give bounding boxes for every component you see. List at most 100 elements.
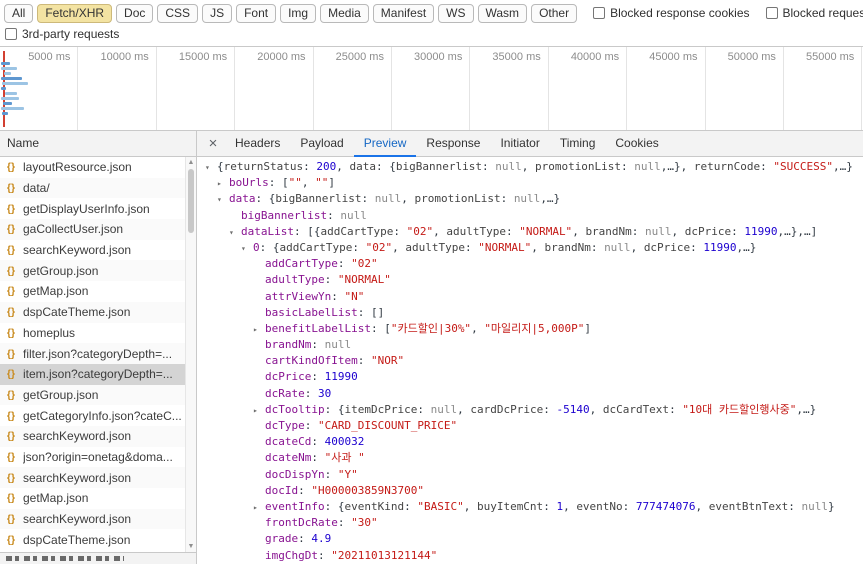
collapse-icon[interactable]: ▾: [229, 225, 241, 240]
request-row[interactable]: {} dspCateTheme.json: [0, 301, 185, 323]
tab-response[interactable]: Response: [416, 131, 490, 157]
blocked-response-cookies-checkbox[interactable]: Blocked response cookies: [593, 6, 750, 20]
timeline-tick: 5000 ms: [0, 47, 79, 130]
request-row[interactable]: {} layoutResource.json: [0, 157, 185, 178]
request-row[interactable]: {} dspCateTheme.json: [0, 529, 185, 550]
tab-initiator[interactable]: Initiator: [490, 131, 549, 157]
checkbox-icon[interactable]: [765, 7, 778, 19]
tab-payload[interactable]: Payload: [290, 131, 353, 157]
request-row[interactable]: {} filter.json?categoryDepth=...: [0, 343, 185, 364]
checkbox-icon[interactable]: [5, 28, 17, 40]
detail-tabs: Headers Payload Preview Response Initiator Ti…: [225, 131, 669, 157]
timeline-tick: 45000 ms: [627, 47, 706, 130]
filter-chip-media[interactable]: Media: [320, 3, 369, 23]
request-row[interactable]: {} getGroup.json: [0, 384, 185, 406]
filter-chip-manifest[interactable]: Manifest: [372, 3, 435, 23]
tab-headers[interactable]: Headers: [225, 131, 290, 157]
preview-tree: ▾ {returnStatus: 200, data: {bigBannerlis…: [197, 157, 863, 564]
request-row[interactable]: {} getGroup.json: [0, 260, 185, 282]
third-party-requests-checkbox[interactable]: 3rd-party requests: [5, 27, 119, 41]
tree-line: dcType: "CARD_DISCOUNT_PRICE": [265, 419, 458, 432]
scroll-down-icon[interactable]: ▼: [186, 541, 196, 552]
request-name: item.json?categoryDepth=...: [23, 367, 173, 382]
filter-row-2: 3rd-party requests: [0, 24, 863, 46]
tab-cookies[interactable]: Cookies: [605, 131, 668, 157]
request-name: searchKeyword.json: [23, 429, 132, 444]
request-list-scrollbar[interactable]: ▲ ▼: [185, 157, 196, 552]
request-row[interactable]: {} homeplus: [0, 323, 185, 344]
tree-line: basicLabelList: []: [265, 305, 385, 319]
json-file-icon: {}: [6, 430, 16, 443]
request-name: data/: [23, 181, 50, 196]
expand-icon[interactable]: ▸: [253, 322, 265, 337]
overview-timeline: 5000 ms 10000 ms 15000 ms 20000 ms 25000 ms 3…: [0, 47, 863, 130]
tree-line: ▾ data: {bigBannerlist: null, promotionLi…: [197, 191, 863, 207]
tree-line: frontDcRate: "30": [265, 516, 378, 530]
request-row[interactable]: {} getDisplayUserInfo.json: [0, 198, 185, 219]
filter-chip-doc[interactable]: Doc: [116, 3, 154, 23]
tree-line: ▸ benefitLabelList: ["카드할인|30%", "마일리지|5,…: [197, 321, 863, 337]
request-name: getDisplayUserInfo.json: [23, 201, 150, 216]
request-row[interactable]: {} searchKeyword.json: [0, 240, 185, 261]
filter-chip-wasm[interactable]: Wasm: [477, 3, 528, 23]
request-row[interactable]: {} item.json?categoryDepth=...: [0, 363, 185, 385]
request-name: getGroup.json: [23, 263, 99, 278]
expand-icon[interactable]: ▸: [217, 176, 229, 191]
request-row[interactable]: {} gaCollectUser.json: [0, 219, 185, 240]
request-name: dspCateTheme.json: [23, 305, 131, 320]
third-party-requests-label: 3rd-party requests: [22, 27, 120, 41]
tree-line: adultType: "NORMAL": [265, 273, 391, 287]
name-column-header[interactable]: Name: [0, 131, 196, 157]
blocked-requests-checkbox[interactable]: Blocked requests: [765, 6, 863, 20]
timeline-tick: 40000 ms: [549, 47, 628, 130]
filter-chip-other[interactable]: Other: [531, 3, 578, 23]
request-row[interactable]: {} getCategoryInfo.json?cateC...: [0, 405, 185, 426]
checkbox-icon[interactable]: [593, 7, 606, 19]
filter-chip-font[interactable]: Font: [236, 3, 277, 23]
request-row[interactable]: {} getMap.json: [0, 281, 185, 302]
timeline-tick: 55000 ms: [784, 47, 863, 130]
close-icon[interactable]: ×: [201, 132, 225, 156]
timeline-tick: 30000 ms: [392, 47, 471, 130]
request-row[interactable]: {} getMap.json: [0, 488, 185, 509]
blocked-requests-label: Blocked requests: [782, 6, 863, 20]
collapse-icon[interactable]: ▾: [205, 160, 217, 175]
scrollbar-thumb[interactable]: [188, 169, 194, 233]
json-file-icon: {}: [6, 388, 16, 401]
filter-chip-css[interactable]: CSS: [157, 3, 199, 23]
json-file-icon: {}: [6, 492, 16, 505]
tab-preview[interactable]: Preview: [354, 131, 417, 157]
tree-line: dcateCd: 400032: [265, 435, 365, 449]
scroll-up-icon[interactable]: ▲: [186, 157, 196, 168]
request-list-panel: Name {} layoutResource.json {} data/ {} getDi…: [0, 131, 197, 564]
json-file-icon: {}: [6, 202, 16, 215]
timeline-tick: 15000 ms: [157, 47, 236, 130]
expand-icon[interactable]: ▸: [253, 500, 265, 515]
request-name: getCategoryInfo.json?cateC...: [23, 408, 182, 423]
tree-line: cartKindOfItem: "NOR": [265, 354, 405, 368]
tree-line: bigBannerlist: null: [241, 208, 367, 222]
collapse-icon[interactable]: ▾: [217, 192, 229, 207]
collapse-icon[interactable]: ▾: [241, 241, 253, 256]
tree-line: ▾ 0: {addCartType: "02", adultType: "NORM…: [197, 240, 863, 256]
filter-chip-img[interactable]: Img: [280, 3, 317, 23]
request-row[interactable]: {} data/: [0, 177, 185, 199]
request-row[interactable]: {} searchKeyword.json: [0, 508, 185, 530]
filter-chip-js[interactable]: JS: [202, 3, 233, 23]
tree-line: addCartType: "02": [265, 257, 378, 271]
request-name: layoutResource.json: [23, 160, 132, 175]
network-overview[interactable]: 5000 ms 10000 ms 15000 ms 20000 ms 25000 ms 3…: [0, 47, 863, 131]
tab-timing[interactable]: Timing: [550, 131, 606, 157]
expand-icon[interactable]: ▸: [253, 403, 265, 418]
filter-chip-ws[interactable]: WS: [438, 3, 474, 23]
filter-chip-fetch-xhr[interactable]: Fetch/XHR: [37, 3, 113, 23]
filter-chip-all[interactable]: All: [4, 3, 34, 23]
tree-line: docDispYn: "Y": [265, 467, 358, 481]
tree-line: ▾ {returnStatus: 200, data: {bigBannerlis…: [197, 159, 863, 175]
json-file-icon: {}: [6, 347, 16, 360]
tree-line: imgChgDt: "20211013121144": [265, 548, 438, 562]
request-row[interactable]: {} searchKeyword.json: [0, 467, 185, 488]
request-name: getMap.json: [23, 491, 89, 506]
request-row[interactable]: {} searchKeyword.json: [0, 425, 185, 447]
request-row[interactable]: {} json?origin=onetag&doma...: [0, 447, 185, 468]
